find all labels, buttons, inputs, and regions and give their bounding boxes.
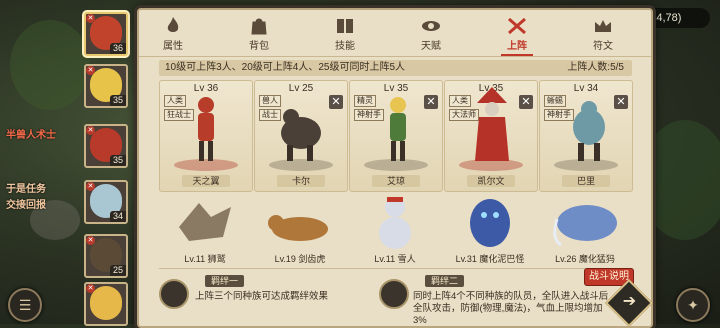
bond-title: 羁绊一 bbox=[205, 275, 245, 287]
flame-icon bbox=[167, 17, 179, 32]
hero-figure bbox=[475, 87, 509, 161]
hero-level: 36 bbox=[109, 43, 126, 54]
roster-hero-3[interactable]: ✕ 35 bbox=[84, 124, 128, 168]
remove-hero-button[interactable]: ✕ bbox=[424, 95, 438, 109]
book-icon bbox=[337, 19, 353, 33]
pet-label: Lv.19 剑齿虎 bbox=[274, 254, 326, 264]
hero-level: Lv 25 bbox=[288, 83, 314, 94]
bond-description: 同时上阵4个不同种族的队员，全队进入战斗后全队攻击，防御(物理,魔法)，气血上限… bbox=[413, 291, 609, 326]
roster-remove-icon: ✕ bbox=[86, 182, 95, 191]
crossed-swords-icon bbox=[508, 17, 526, 35]
hero-name: 巴里 bbox=[562, 175, 610, 187]
hero-race-tag: 人类 bbox=[164, 95, 186, 107]
pet-row: Lv.11 狮鹫 Lv.19 剑齿虎 Lv.11 雪人 Lv.31 魔化泥巴怪 … bbox=[159, 195, 632, 265]
bag-icon bbox=[251, 18, 267, 35]
world-quest-label: 交接回报 bbox=[6, 200, 46, 211]
remove-hero-button[interactable]: ✕ bbox=[519, 95, 533, 109]
roster-remove-icon: ✕ bbox=[86, 284, 95, 293]
bond-one: 羁绊一 上阵三个同种族可达成羁绊效果 bbox=[159, 273, 369, 317]
roster-hero-1[interactable]: ✕ 36 bbox=[84, 12, 128, 56]
hero-level: 35 bbox=[109, 95, 126, 106]
tab-talents[interactable]: 天赋 bbox=[401, 12, 461, 54]
hero-figure bbox=[573, 101, 605, 161]
hero-name: 卡尔 bbox=[277, 175, 325, 187]
hero-card[interactable]: Lv 36 人类 狂战士 天之翼 bbox=[159, 80, 253, 192]
pet-card[interactable]: Lv.26 魔化猛犸 bbox=[539, 195, 631, 265]
hero-level: 35 bbox=[109, 155, 126, 166]
deployed-heroes: Lv 36 人类 狂战士 天之翼 Lv 25 兽人 战士 ✕ 卡尔 Lv 35 … bbox=[159, 80, 633, 192]
pet-label: Lv.11 雪人 bbox=[374, 254, 416, 264]
tab-deploy[interactable]: 上阵 bbox=[487, 12, 547, 56]
right-corner-button[interactable]: ✦ bbox=[676, 288, 710, 322]
hero-figure bbox=[281, 109, 321, 161]
roster-hero-4[interactable]: ✕ 34 bbox=[84, 180, 128, 224]
hero-name: 凯尔文 bbox=[467, 175, 515, 187]
bond-bar: 羁绊一 上阵三个同种族可达成羁绊效果 羁绊二 同时上阵4个不同种族的队员，全队进… bbox=[159, 268, 632, 326]
bond-title: 羁绊二 bbox=[425, 275, 465, 287]
tab-skills[interactable]: 技能 bbox=[315, 12, 375, 54]
bond-description: 上阵三个同种族可达成羁绊效果 bbox=[195, 291, 329, 302]
pet-card[interactable]: Lv.11 狮鹫 bbox=[159, 195, 251, 265]
deploy-count: 上阵人数:5/5 bbox=[567, 62, 624, 73]
pet-card[interactable]: Lv.11 雪人 bbox=[349, 195, 441, 265]
team-panel: 属性 背包 技能 天赋 上阵 符文 10级可上阵3人、20级可上阵4人、25级可… bbox=[137, 8, 653, 328]
hero-level: Lv 34 bbox=[573, 83, 599, 94]
pet-figure bbox=[268, 215, 328, 241]
hero-roster: ✕ 36 ✕ 35 ✕ 35 ✕ 34 ✕ 25 ✕ bbox=[76, 8, 130, 328]
roster-remove-icon: ✕ bbox=[86, 66, 95, 75]
pet-figure bbox=[553, 205, 617, 247]
hero-level: Lv 36 bbox=[193, 83, 219, 94]
bond-two-icon bbox=[379, 279, 409, 309]
remove-hero-button[interactable]: ✕ bbox=[614, 95, 628, 109]
pet-label: Lv.26 魔化猛犸 bbox=[555, 254, 615, 264]
hero-race-tag: 精灵 bbox=[354, 95, 376, 107]
eye-icon bbox=[422, 21, 440, 31]
world-npc-label: 半兽人术士 bbox=[6, 130, 56, 141]
hero-level: Lv 35 bbox=[383, 83, 409, 94]
hero-card[interactable]: Lv 35 人类 大法师 ✕ 凯尔文 bbox=[444, 80, 538, 192]
hero-card[interactable]: Lv 35 精灵 神射手 ✕ 艾琼 bbox=[349, 80, 443, 192]
roster-remove-icon: ✕ bbox=[86, 126, 95, 135]
hero-name: 艾琼 bbox=[372, 175, 420, 187]
tab-runes[interactable]: 符文 bbox=[573, 12, 633, 54]
hero-figure bbox=[390, 97, 406, 161]
hero-card[interactable]: Lv 25 兽人 战士 ✕ 卡尔 bbox=[254, 80, 348, 192]
hero-race-tag: 蜥蜴 bbox=[544, 95, 566, 107]
bond-one-icon bbox=[159, 279, 189, 309]
crown-icon bbox=[595, 20, 611, 32]
tab-bar: 属性 背包 技能 天赋 上阵 符文 bbox=[139, 10, 651, 57]
pet-card[interactable]: Lv.19 剑齿虎 bbox=[254, 195, 346, 265]
pet-label: Lv.11 狮鹫 bbox=[184, 254, 226, 264]
pet-figure bbox=[379, 197, 411, 249]
hero-name: 天之翼 bbox=[182, 175, 230, 187]
roster-remove-icon: ✕ bbox=[86, 14, 95, 23]
roster-remove-icon: ✕ bbox=[86, 236, 95, 245]
hero-level: 34 bbox=[109, 211, 126, 222]
hero-race-tag: 人类 bbox=[449, 95, 471, 107]
hero-level: 25 bbox=[109, 265, 126, 276]
tab-bag[interactable]: 背包 bbox=[229, 12, 289, 54]
bond-two: 羁绊二 同时上阵4个不同种族的队员，全队进入战斗后全队攻击，防御(物理,魔法)，… bbox=[379, 273, 609, 326]
pet-figure bbox=[470, 199, 510, 247]
left-corner-button[interactable]: ☰ bbox=[8, 288, 42, 322]
roster-hero-5[interactable]: ✕ 25 bbox=[84, 234, 128, 278]
roster-hero-2[interactable]: ✕ 35 bbox=[84, 64, 128, 108]
deploy-rule-text: 10级可上阵3人、20级可上阵4人、25级可同时上阵5人 bbox=[165, 62, 406, 73]
pet-card[interactable]: Lv.31 魔化泥巴怪 bbox=[444, 195, 536, 265]
hero-figure bbox=[198, 97, 214, 161]
pet-label: Lv.31 魔化泥巴怪 bbox=[455, 254, 525, 264]
remove-hero-button[interactable]: ✕ bbox=[329, 95, 343, 109]
pet-figure bbox=[179, 203, 231, 241]
world-quest-label: 于是任务 bbox=[6, 184, 46, 195]
hero-card[interactable]: Lv 34 蜥蜴 神射手 ✕ 巴里 bbox=[539, 80, 633, 192]
hero-portrait bbox=[90, 286, 122, 320]
roster-hero-6[interactable]: ✕ bbox=[84, 282, 128, 326]
deploy-rule-bar: 10级可上阵3人、20级可上阵4人、25级可同时上阵5人 上阵人数:5/5 bbox=[159, 60, 632, 76]
tab-attributes[interactable]: 属性 bbox=[143, 12, 203, 54]
